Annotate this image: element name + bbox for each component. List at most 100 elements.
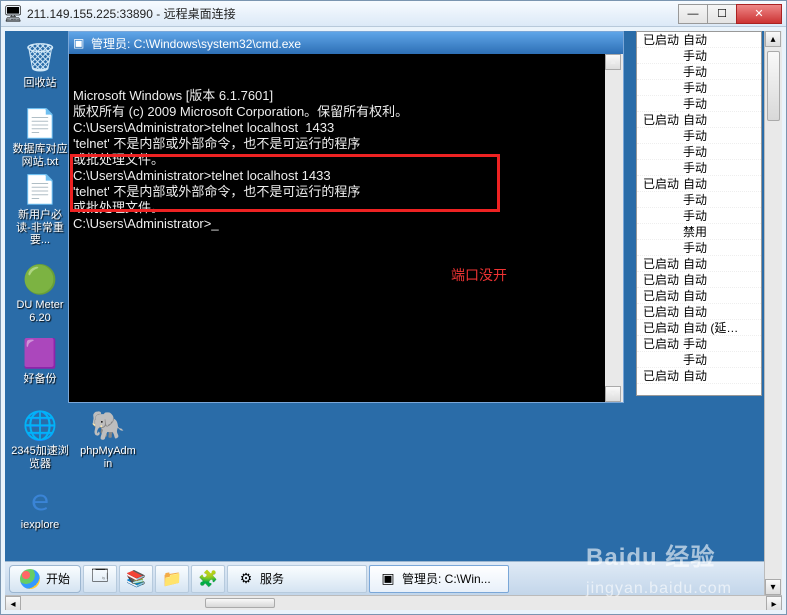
services-row[interactable]: 手动 [637,128,761,144]
service-startup: 手动 [683,336,707,352]
services-row[interactable]: 已启动自动 [637,256,761,272]
desktop-icon-dumeter[interactable]: 🟢DU Meter 6.20 [11,261,69,324]
service-startup: 手动 [683,240,707,256]
services-row[interactable]: 手动 [637,208,761,224]
cmd-body[interactable]: Microsoft Windows [版本 6.1.7601]版权所有 (c) … [69,54,623,402]
services-panel[interactable]: 已启动自动手动手动手动手动已启动自动手动手动手动已启动自动手动手动禁用手动已启动… [636,31,762,396]
service-startup: 禁用 [683,224,707,240]
maximize-button[interactable]: ☐ [707,4,737,24]
services-row[interactable]: 手动 [637,144,761,160]
recycle-icon: 🗑 [22,39,58,75]
windows-orb-icon [20,569,40,589]
desktop-icon-txt2[interactable]: 📄新用户必读-非常重要... [11,171,69,247]
taskbar: 开始 🗔 📚 📁 🧩 ⚙ 服务 ▣ 管理员: C:\Win... [5,561,764,595]
service-status: 已启动 [643,32,683,48]
rdp-scrollbar-h[interactable]: ◂ ▸ [5,595,782,610]
service-status: 已启动 [643,320,683,336]
desktop-icon-txt[interactable]: 📄数据库对应网站.txt [11,105,69,168]
rdp-title: 211.149.155.225:33890 - 远程桌面连接 [27,5,678,22]
service-startup: 手动 [683,128,707,144]
minimize-button[interactable]: — [678,4,708,24]
cmd-line: C:\Users\Administrator> [73,216,619,232]
iexplore-icon: ｅ [22,481,58,517]
desktop-icon-label: 2345加速浏览器 [11,445,69,470]
desktop-icon-iexplore[interactable]: ｅ iexplore [11,481,69,532]
cmd-line: 'telnet' 不是内部或外部命令，也不是可运行的程序 [73,184,619,200]
taskbar-item-services[interactable]: ⚙ 服务 [227,565,367,593]
services-row[interactable]: 手动 [637,192,761,208]
rdp-titlebar[interactable]: 🖥 211.149.155.225:33890 - 远程桌面连接 — ☐ ✕ [1,1,786,27]
services-row[interactable]: 已启动自动 [637,112,761,128]
services-row[interactable]: 已启动自动 (延… [637,320,761,336]
scroll-up-icon[interactable]: ▴ [605,54,621,70]
scroll-down-icon[interactable]: ▾ [605,386,621,402]
taskbar-pin-explorer[interactable]: 🗔 [83,565,117,593]
services-row[interactable]: 已启动自动 [637,32,761,48]
service-startup: 自动 [683,368,707,384]
service-status: 已启动 [643,272,683,288]
cmd-title: 管理员: C:\Windows\system32\cmd.exe [91,35,619,52]
scroll-right-icon[interactable]: ▸ [766,596,782,610]
desktop-icon-phpmyadmin[interactable]: 🐘phpMyAdmin [79,407,137,470]
cmd-line: Microsoft Windows [版本 6.1.7601] [73,88,619,104]
cmd-icon: ▣ [73,36,87,50]
taskbar-pin-app[interactable]: 🧩 [191,565,225,593]
cmd-line: 或批处理文件。 [73,200,619,216]
services-row[interactable]: 手动 [637,160,761,176]
service-startup: 手动 [683,144,707,160]
service-startup: 手动 [683,160,707,176]
services-row[interactable]: 已启动自动 [637,304,761,320]
desktop-icon-recycle[interactable]: 🗑 回收站 [11,39,69,90]
desktop-icon-label: DU Meter 6.20 [11,299,69,324]
scroll-thumb[interactable] [205,598,275,608]
services-row[interactable]: 已启动自动 [637,272,761,288]
services-row[interactable]: 手动 [637,80,761,96]
rdp-icon: 🖥 [5,6,21,22]
phpmyadmin-icon: 🐘 [90,407,126,443]
services-row[interactable]: 禁用 [637,224,761,240]
services-row[interactable]: 手动 [637,352,761,368]
taskbar-item-cmd[interactable]: ▣ 管理员: C:\Win... [369,565,509,593]
taskbar-item-label: 服务 [260,570,284,587]
cmd-window[interactable]: ▣ 管理员: C:\Windows\system32\cmd.exe Micro… [68,31,624,403]
service-startup: 手动 [683,48,707,64]
cmd-scrollbar[interactable]: ▴ ▾ [605,54,623,402]
services-row[interactable]: 手动 [637,240,761,256]
dumeter-icon: 🟢 [22,261,58,297]
services-row[interactable]: 已启动自动 [637,368,761,384]
remote-desktop: 已启动自动手动手动手动手动已启动自动手动手动手动已启动自动手动手动禁用手动已启动… [5,31,782,610]
port-annotation: 端口没开 [451,269,507,285]
scroll-up-icon[interactable]: ▴ [765,31,781,47]
service-status: 已启动 [643,336,683,352]
services-row[interactable]: 已启动手动 [637,336,761,352]
cmd-titlebar[interactable]: ▣ 管理员: C:\Windows\system32\cmd.exe [69,32,623,54]
scroll-left-icon[interactable]: ◂ [5,596,21,610]
service-status: 已启动 [643,304,683,320]
taskbar-item-label: 管理员: C:\Win... [402,570,491,587]
scroll-down-icon[interactable]: ▾ [765,579,781,595]
service-startup: 手动 [683,96,707,112]
services-row[interactable]: 已启动自动 [637,288,761,304]
service-startup: 自动 [683,256,707,272]
service-startup: 自动 [683,304,707,320]
services-row[interactable]: 手动 [637,48,761,64]
start-button[interactable]: 开始 [9,565,81,593]
gear-icon: ⚙ [238,571,254,587]
taskbar-pin-folder[interactable]: 📁 [155,565,189,593]
desktop-icon-label: iexplore [11,519,69,532]
taskbar-pin-libraries[interactable]: 📚 [119,565,153,593]
rdp-scrollbar-v[interactable]: ▴ ▾ [764,31,782,595]
desktop-icon-2345[interactable]: 🌐2345加速浏览器 [11,407,69,470]
service-startup: 自动 (延… [683,320,738,336]
desktop-icon-backup[interactable]: 🟪好备份 [11,335,69,386]
service-startup: 手动 [683,64,707,80]
service-startup: 自动 [683,112,707,128]
desktop-icon-label: 回收站 [11,77,69,90]
service-startup: 自动 [683,288,707,304]
services-row[interactable]: 已启动自动 [637,176,761,192]
scroll-thumb[interactable] [767,51,780,121]
services-row[interactable]: 手动 [637,64,761,80]
close-button[interactable]: ✕ [736,4,782,24]
service-startup: 手动 [683,208,707,224]
services-row[interactable]: 手动 [637,96,761,112]
